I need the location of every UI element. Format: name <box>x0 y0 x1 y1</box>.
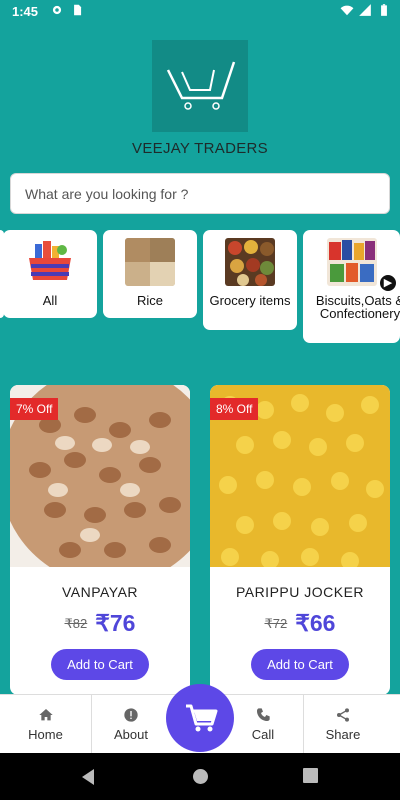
category-label: Biscuits,Oats & Confectionery <box>315 293 400 321</box>
home-circle-icon[interactable] <box>192 768 209 785</box>
nav-share-label: Share <box>325 727 361 742</box>
spices-image <box>225 238 275 286</box>
phone-icon <box>257 708 270 721</box>
cart-logo-icon <box>166 61 236 110</box>
product-card[interactable]: 8% Off PARIPPU JOCKER ₹72 ₹66 Add to Cart <box>210 385 390 695</box>
status-time: 1:45 <box>12 4 39 19</box>
nav-about-label: About <box>114 727 148 742</box>
biscuits-image <box>327 238 377 286</box>
brand-name: VEEJAY TRADERS <box>132 140 268 157</box>
discount-badge: 7% Off <box>10 398 59 420</box>
nav-home-label: Home <box>28 727 63 742</box>
product-name: VANPAYAR <box>61 584 139 600</box>
nav-call-label: Call <box>251 727 275 742</box>
shopping-cart-icon <box>186 704 218 732</box>
search-input[interactable] <box>11 174 389 213</box>
battery-icon <box>381 4 387 16</box>
category-rice[interactable]: Rice <box>103 230 197 318</box>
old-price: ₹72 <box>264 615 288 631</box>
add-to-cart-button[interactable]: Add to Cart <box>251 649 349 680</box>
new-price: ₹76 <box>95 610 136 636</box>
product-card[interactable]: 7% Off VANPAYAR ₹82 ₹76 Add to Cart <box>10 385 190 695</box>
wifi-icon <box>340 5 354 16</box>
nav-about[interactable]: About <box>91 695 171 754</box>
category-grocery[interactable]: Grocery items <box>203 230 297 330</box>
category-label: Rice <box>136 293 163 308</box>
back-icon[interactable] <box>80 768 96 786</box>
info-icon <box>124 708 138 722</box>
brand-logo <box>152 40 248 132</box>
price-row: ₹72 ₹66 <box>210 610 390 637</box>
category-label: Grocery items <box>209 293 291 308</box>
home-icon <box>38 709 53 721</box>
category-all[interactable]: All <box>3 230 97 318</box>
settings-icon <box>52 5 62 15</box>
nav-call[interactable]: Call <box>223 695 303 754</box>
new-price: ₹66 <box>295 610 336 636</box>
share-icon <box>337 708 349 722</box>
recents-icon[interactable] <box>303 768 318 783</box>
add-to-cart-button[interactable]: Add to Cart <box>51 649 149 680</box>
nav-share[interactable]: Share <box>303 695 383 754</box>
search-box[interactable] <box>10 173 390 214</box>
product-name: PARIPPU JOCKER <box>235 584 365 600</box>
category-label: All <box>42 293 58 308</box>
signal-icon <box>359 4 371 16</box>
cart-button[interactable] <box>166 684 234 752</box>
discount-badge: 8% Off <box>210 398 259 420</box>
nav-home[interactable]: Home <box>0 695 91 754</box>
sd-card-icon <box>74 4 82 16</box>
old-price: ₹82 <box>64 615 88 631</box>
price-row: ₹82 ₹76 <box>10 610 190 637</box>
rice-image <box>125 238 175 286</box>
basket-icon <box>29 241 71 280</box>
system-nav-bar <box>0 753 400 800</box>
chevron-right-icon[interactable]: ▶ <box>380 275 396 291</box>
status-bar: 1:45 <box>0 0 400 24</box>
